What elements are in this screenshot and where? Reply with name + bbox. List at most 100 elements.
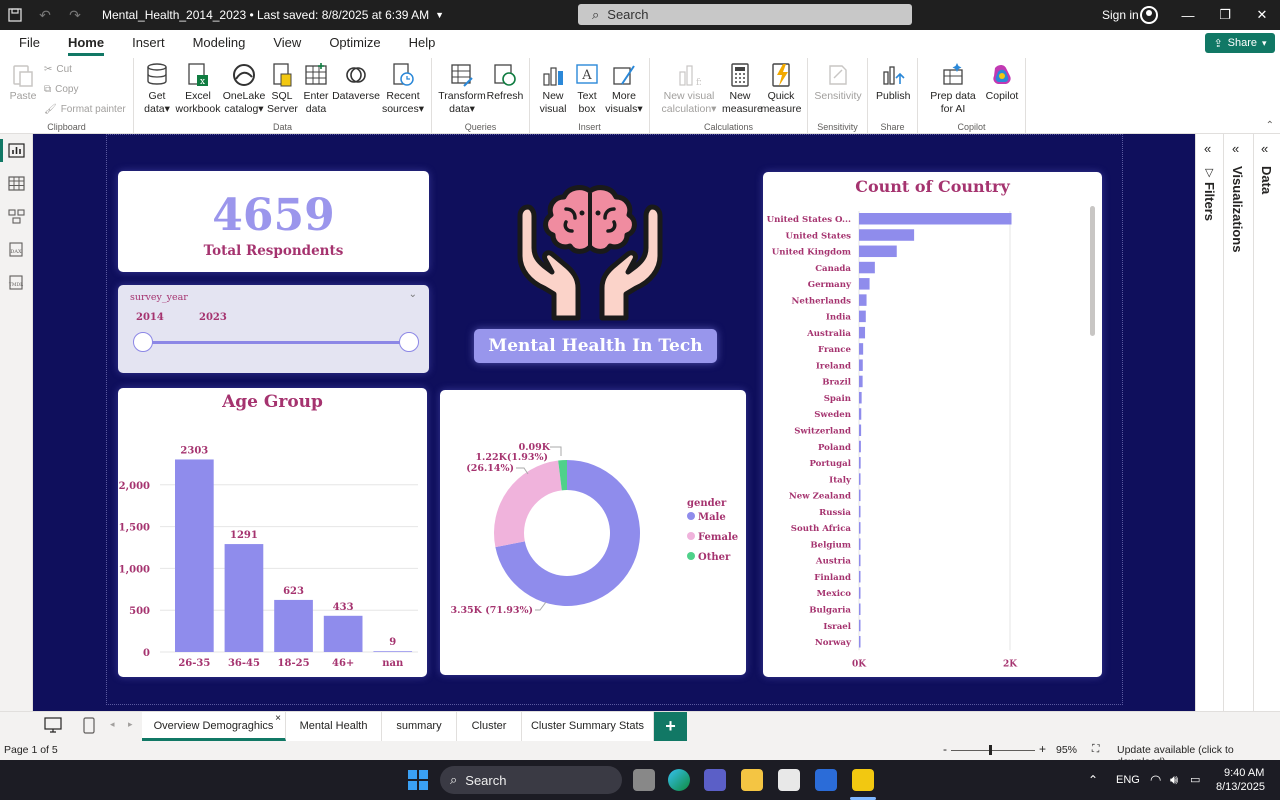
menu-insert[interactable]: Insert <box>132 30 165 56</box>
menu-help[interactable]: Help <box>409 30 436 56</box>
scroll-right-icon[interactable]: ▸ <box>128 719 133 730</box>
paste-icon <box>11 62 35 88</box>
sign-in-link[interactable]: Sign in <box>1102 8 1139 22</box>
expand-icon[interactable]: « <box>1232 141 1239 156</box>
tab-overview-demograghics[interactable]: Overview Demograghics × <box>142 712 286 741</box>
scrollbar[interactable] <box>1090 206 1095 336</box>
ribbon: Paste ✂ Cut ⧉ Copy 🖌 Format painter Clipboa… <box>0 56 1280 134</box>
slider-handle-min[interactable] <box>133 332 153 352</box>
text-box-button[interactable]: A Text box <box>572 62 602 116</box>
collapse-ribbon-icon[interactable]: ⌃ <box>1266 120 1274 131</box>
store-icon[interactable] <box>778 769 800 791</box>
tmdl-view-icon[interactable]: TMDL <box>8 275 25 290</box>
menu-modeling[interactable]: Modeling <box>193 30 246 56</box>
dataverse-label: Dataverse <box>332 90 380 102</box>
language-indicator[interactable]: ENG <box>1116 774 1140 786</box>
quick-measure-button[interactable]: Quick measure <box>760 62 802 116</box>
onelake-catalog-button[interactable]: OneLake catalog▾ <box>222 62 266 116</box>
data-pane[interactable]: « Data <box>1253 134 1280 711</box>
sql-server-button[interactable]: SQL Server <box>267 62 298 116</box>
more-visuals-icon <box>612 62 636 88</box>
age-group-chart[interactable]: Age Group 0 500 1,000 1,500 2,000 2303 26-35 12… <box>118 388 427 677</box>
chevron-down-icon[interactable]: ▼ <box>435 10 444 20</box>
search-input[interactable]: ⌕ Search <box>578 4 912 25</box>
table-view-icon[interactable] <box>8 176 25 191</box>
mobile-layout-icon[interactable] <box>83 717 95 739</box>
country-bar-chart[interactable]: Count of Country United States O... Unite… <box>763 172 1102 677</box>
tab-summary[interactable]: summary <box>382 712 457 741</box>
power-bi-icon[interactable] <box>852 769 874 791</box>
excel-workbook-button[interactable]: x Excel workbook <box>174 62 222 116</box>
undo-icon[interactable]: ↶ <box>30 0 60 30</box>
clock-time[interactable]: 9:40 AM <box>1224 767 1264 779</box>
add-page-button[interactable]: + <box>654 712 687 741</box>
copilot-button[interactable]: Copilot <box>982 62 1022 103</box>
tray-expand-icon[interactable]: ⌃ <box>1088 773 1098 787</box>
get-data-button[interactable]: Get data▾ <box>138 62 176 116</box>
new-visual-button[interactable]: New visual <box>536 62 570 116</box>
model-view-icon[interactable] <box>8 209 25 224</box>
enter-data-button[interactable]: Enter data <box>299 62 333 116</box>
prep-data-ai-button[interactable]: Prep data for AI <box>924 62 982 116</box>
taskbar-search[interactable]: ⌕ Search <box>440 766 622 794</box>
cut-button[interactable]: ✂ Cut <box>44 64 72 75</box>
new-visual-calculation-button[interactable]: fx New visual calculation▾ <box>656 62 722 116</box>
menu-home[interactable]: Home <box>67 30 105 56</box>
clock-date[interactable]: 8/13/2025 <box>1216 781 1265 793</box>
paste-button[interactable]: Paste <box>8 62 38 103</box>
restore-icon[interactable]: ❐ <box>1207 0 1243 30</box>
slider-handle-max[interactable] <box>399 332 419 352</box>
recent-sources-button[interactable]: Recent sources▾ <box>380 62 426 116</box>
publish-button[interactable]: Publish <box>876 62 910 103</box>
kpi-card[interactable]: 4659 Total Respondents <box>118 171 429 272</box>
gender-donut-chart[interactable]: 0.09K 1.22K(1.93%) (26.14%) 3.35K (71.93%) g… <box>440 390 746 675</box>
refresh-button[interactable]: Refresh <box>486 62 524 103</box>
zoom-out-icon[interactable]: - <box>943 742 947 756</box>
avatar[interactable] <box>1140 6 1158 24</box>
dataverse-button[interactable]: Dataverse <box>332 62 380 103</box>
file-explorer-icon[interactable] <box>741 769 763 791</box>
share-button[interactable]: ⇪ Share ▾ <box>1205 33 1275 53</box>
app-icon[interactable] <box>815 769 837 791</box>
zoom-slider-thumb[interactable] <box>989 745 992 755</box>
report-view-icon[interactable] <box>0 139 25 162</box>
format-painter-button[interactable]: 🖌 Format painter <box>44 104 126 115</box>
menu-file[interactable]: File <box>19 30 40 56</box>
expand-icon[interactable]: « <box>1261 141 1268 156</box>
survey-year-slicer[interactable]: survey_year ⌄ 2014 2023 <box>118 285 429 373</box>
close-icon[interactable]: ✕ <box>1244 0 1280 30</box>
menu-optimize[interactable]: Optimize <box>329 30 380 56</box>
scroll-left-icon[interactable]: ◂ <box>110 719 115 730</box>
volume-icon[interactable]: 🔊︎ <box>1170 772 1178 788</box>
tab-cluster-summary-stats[interactable]: Cluster Summary Stats <box>522 712 654 741</box>
filters-pane[interactable]: « ▽ Filters <box>1195 134 1223 711</box>
wifi-icon[interactable]: ◠ <box>1150 772 1161 788</box>
expand-icon[interactable]: « <box>1204 141 1211 156</box>
windows-start-icon[interactable] <box>408 770 428 795</box>
battery-icon[interactable]: ▭ <box>1190 773 1200 786</box>
zoom-slider[interactable] <box>951 750 1035 751</box>
teams-icon[interactable] <box>704 769 726 791</box>
save-icon[interactable] <box>0 0 30 30</box>
redo-icon[interactable]: ↷ <box>60 0 90 30</box>
menu-view[interactable]: View <box>273 30 301 56</box>
sensitivity-button[interactable]: Sensitivity <box>814 62 862 103</box>
transform-data-button[interactable]: Transform data▾ <box>438 62 486 116</box>
bar-chart-icon <box>541 62 565 88</box>
zoom-in-icon[interactable]: + <box>1039 742 1046 756</box>
visualizations-pane[interactable]: « Visualizations <box>1223 134 1253 711</box>
tab-mental-health[interactable]: Mental Health <box>286 712 382 741</box>
copy-button[interactable]: ⧉ Copy <box>44 84 79 95</box>
task-view-icon[interactable] <box>633 769 655 791</box>
slider-track[interactable] <box>143 341 408 344</box>
more-visuals-button[interactable]: More visuals▾ <box>604 62 644 116</box>
fit-page-icon[interactable]: ⛶ <box>1092 743 1099 756</box>
minimize-icon[interactable]: — <box>1170 0 1206 30</box>
edge-icon[interactable] <box>668 769 690 791</box>
tab-cluster[interactable]: Cluster <box>457 712 522 741</box>
new-measure-button[interactable]: New measure <box>722 62 763 116</box>
dax-query-view-icon[interactable]: DAX <box>8 242 25 257</box>
close-icon[interactable]: × <box>275 704 281 733</box>
chevron-down-icon[interactable]: ⌄ <box>409 289 417 300</box>
desktop-layout-icon[interactable] <box>44 717 62 738</box>
